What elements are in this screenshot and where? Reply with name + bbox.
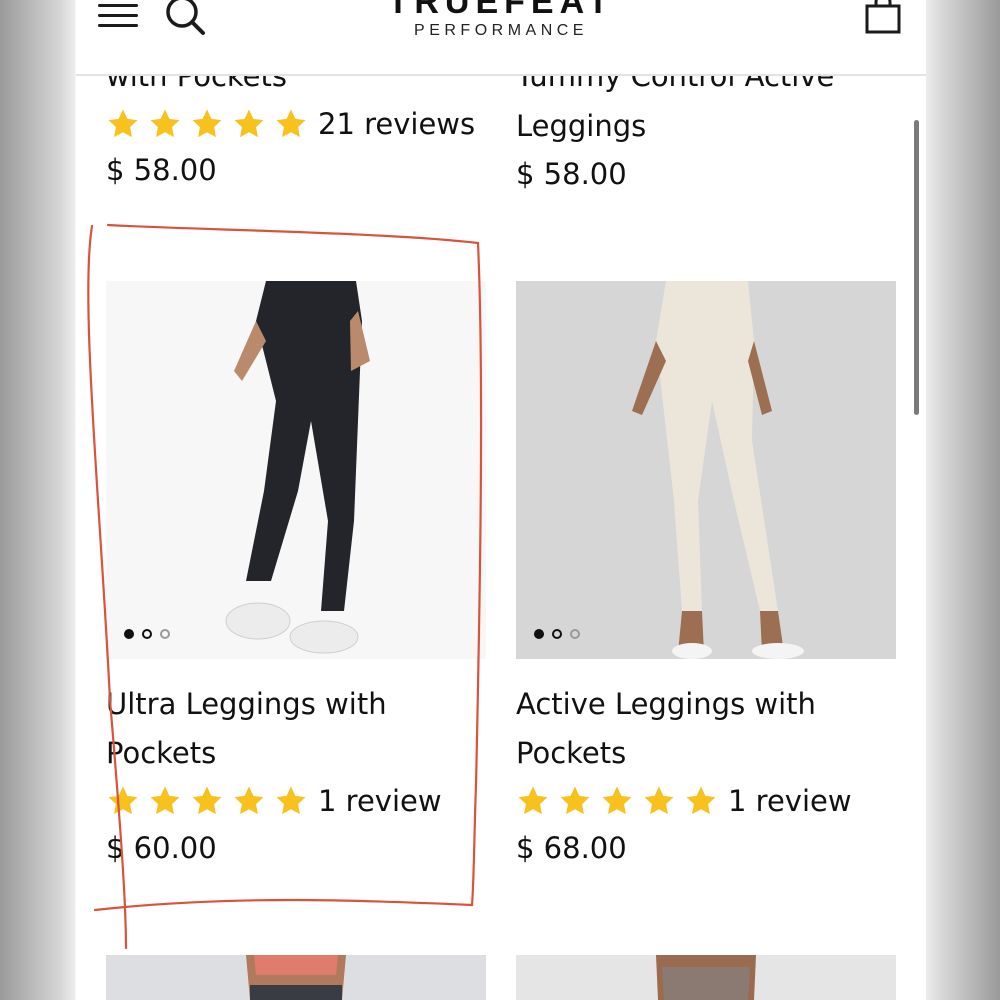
star-icon: [234, 786, 264, 815]
logo-tagline: PERFORMANCE: [414, 22, 588, 39]
star-icon: [108, 109, 138, 138]
product-price: $ 58.00: [106, 153, 217, 187]
star-icon: [192, 786, 222, 815]
star-icon: [560, 786, 590, 815]
site-header: TRUEFEAT PERFORMANCE: [76, 0, 926, 76]
star-icon: [276, 109, 306, 138]
star-icon: [150, 786, 180, 815]
product-card-5[interactable]: [106, 955, 486, 1000]
product-image[interactable]: [516, 955, 896, 1000]
leggings-photo: [106, 955, 486, 1000]
product-image[interactable]: [516, 281, 896, 659]
logo-wordmark: TRUEFEAT: [387, 0, 615, 21]
review-count[interactable]: 1 review: [728, 784, 852, 818]
review-count[interactable]: 1 review: [318, 784, 442, 818]
star-icon: [602, 786, 632, 815]
image-carousel-dots: [534, 629, 580, 639]
hamburger-menu-icon[interactable]: [98, 2, 138, 30]
product-title-line-2[interactable]: Leggings: [516, 102, 896, 151]
carousel-dot[interactable]: [570, 629, 580, 639]
search-icon[interactable]: [162, 0, 208, 38]
star-icon: [150, 109, 180, 138]
product-price: $ 68.00: [516, 831, 627, 865]
carousel-dot[interactable]: [142, 629, 152, 639]
rating-stars: [106, 107, 316, 141]
product-title[interactable]: Active Leggings with Pockets: [516, 680, 896, 778]
mobile-screen: TRUEFEAT PERFORMANCE with Pockets 21 rev…: [76, 0, 926, 1000]
star-icon: [276, 786, 306, 815]
rating-stars: [516, 784, 726, 818]
scrollbar[interactable]: [914, 120, 919, 415]
product-image[interactable]: [106, 955, 486, 1000]
product-image[interactable]: [106, 281, 486, 659]
product-price: $ 58.00: [516, 157, 627, 191]
rating-stars: [106, 784, 316, 818]
sports-bra-photo: [516, 955, 896, 1000]
product-price: $ 60.00: [106, 831, 217, 865]
black-leggings-photo: [106, 281, 486, 659]
brand-logo[interactable]: TRUEFEAT PERFORMANCE: [366, 0, 636, 40]
carousel-dot-active[interactable]: [534, 629, 544, 639]
carousel-dot[interactable]: [552, 629, 562, 639]
star-icon: [234, 109, 264, 138]
image-carousel-dots: [124, 629, 170, 639]
star-icon: [518, 786, 548, 815]
star-rating: 21 reviews: [106, 107, 475, 141]
product-card-6[interactable]: [516, 955, 896, 1000]
star-icon: [108, 786, 138, 815]
star-rating: 1 review: [106, 784, 442, 818]
star-icon: [686, 786, 716, 815]
product-card-ultra-leggings[interactable]: Ultra Leggings with Pockets 1 review $ 6…: [106, 281, 486, 881]
cream-leggings-photo: [516, 281, 896, 659]
carousel-dot-active[interactable]: [124, 629, 134, 639]
product-title[interactable]: Ultra Leggings with Pockets: [106, 680, 486, 778]
star-icon: [192, 109, 222, 138]
review-count[interactable]: 21 reviews: [318, 107, 475, 141]
product-card-active-leggings[interactable]: Active Leggings with Pockets 1 review $ …: [516, 281, 896, 881]
carousel-dot[interactable]: [160, 629, 170, 639]
star-icon: [644, 786, 674, 815]
star-rating: 1 review: [516, 784, 852, 818]
shopping-bag-icon[interactable]: [864, 0, 902, 34]
